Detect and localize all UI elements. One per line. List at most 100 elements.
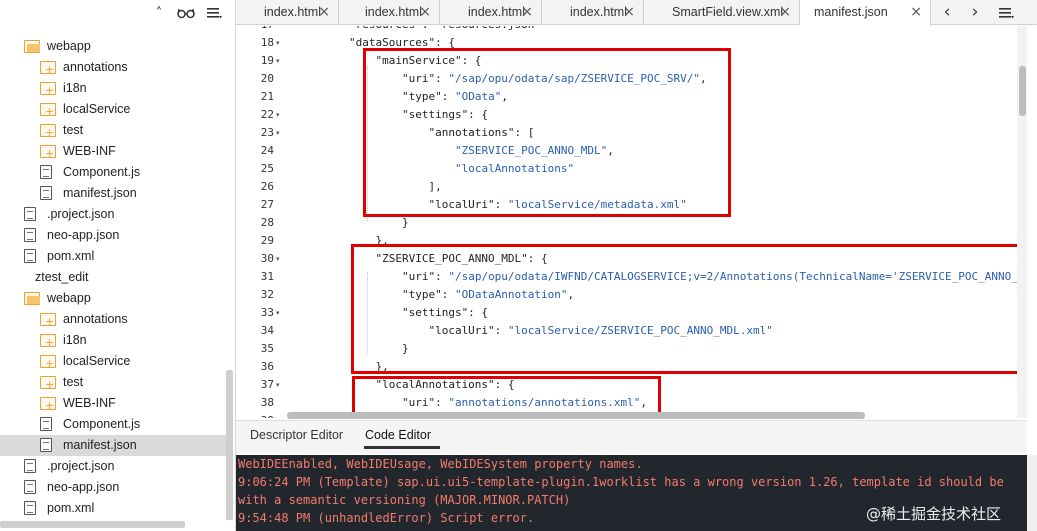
folder-icon: [40, 59, 56, 80]
tab-index-html-4[interactable]: index.html ×: [542, 0, 644, 25]
tree-item-label: pom.xml: [47, 501, 95, 515]
tree-item[interactable]: WEB-INF: [0, 393, 226, 416]
tab-index-html-2[interactable]: index.html ×: [339, 0, 440, 25]
tree-item[interactable]: i18n: [0, 78, 226, 101]
tab-descriptor-editor[interactable]: Descriptor Editor: [250, 428, 343, 442]
tab-index-html-3[interactable]: index.html ×: [440, 0, 542, 25]
line-number: 28: [260, 216, 274, 229]
sidebar-horizontal-scrollbar[interactable]: [0, 521, 185, 528]
tab-label: manifest.json: [814, 5, 888, 19]
console-line: 9:54:48 PM (unhandledError) Script error…: [238, 511, 535, 525]
console-scrollbar[interactable]: [1027, 455, 1037, 531]
line-number: 26: [260, 180, 274, 193]
fold-toggle-icon[interactable]: ▾: [276, 376, 284, 394]
tree-item[interactable]: localService: [0, 351, 226, 374]
folder-icon: [24, 292, 40, 305]
tree-item[interactable]: annotations: [0, 57, 226, 80]
tree-item[interactable]: i18n: [0, 330, 226, 353]
tree-item[interactable]: .project.json: [0, 204, 226, 225]
close-icon[interactable]: ×: [779, 0, 791, 25]
tree-item[interactable]: WEB-INF: [0, 141, 226, 164]
close-icon[interactable]: ×: [623, 0, 635, 25]
close-icon[interactable]: ×: [910, 0, 922, 25]
tree-item[interactable]: neo-app.json: [0, 225, 226, 246]
tree-item[interactable]: localService: [0, 99, 226, 122]
tree-item-label: annotations: [63, 60, 128, 74]
sidebar-vertical-scrollbar[interactable]: [226, 370, 233, 520]
tree-item-label: Component.js: [63, 165, 141, 179]
folder-icon: [40, 80, 56, 101]
editor-horizontal-scrollbar[interactable]: [287, 412, 865, 419]
tree-item-label: manifest.json: [63, 438, 137, 452]
tree-item-label: WEB-INF: [63, 144, 116, 158]
line-number: 29: [260, 234, 274, 247]
code-editor[interactable]: 1718▾19▾202122▾23▾24252627282930▾313233▾…: [236, 26, 1027, 418]
tree-item[interactable]: Component.js: [0, 162, 226, 183]
folder-icon: [24, 40, 40, 53]
tree-item[interactable]: webapp: [0, 288, 226, 309]
tree-item-label: .project.json: [47, 207, 115, 221]
chevron-right-icon[interactable]: ›: [965, 0, 985, 25]
tab-smartfield-view-xml[interactable]: SmartField.view.xml ×: [644, 0, 800, 25]
highlight-box-anno-mdl: [351, 244, 1027, 374]
tree-item[interactable]: Component.js: [0, 414, 226, 435]
tab-manifest-json[interactable]: manifest.json ×: [800, 0, 931, 26]
menu-icon[interactable]: [205, 6, 223, 22]
folder-icon: [40, 332, 56, 353]
code-line: "resources": "resources.json": [296, 26, 541, 34]
tab-code-editor[interactable]: Code Editor: [365, 428, 431, 442]
tree-item[interactable]: manifest.json: [0, 183, 226, 204]
tree-item[interactable]: manifest.json: [0, 435, 226, 456]
folder-icon: [40, 374, 56, 395]
glasses-icon[interactable]: [177, 6, 195, 22]
tab-label: SmartField.view.xml: [672, 5, 784, 19]
file-icon: [40, 186, 52, 200]
tree-item-label: neo-app.json: [47, 480, 120, 494]
project-folder-icon: [12, 271, 28, 284]
file-icon: [40, 165, 52, 179]
line-number: 38: [260, 396, 274, 409]
active-tab-indicator: [364, 446, 440, 449]
file-icon: [24, 228, 36, 242]
line-number: 25: [260, 162, 274, 175]
tree-item[interactable]: .project.json: [0, 456, 226, 477]
line-number: 32: [260, 288, 274, 301]
tab-menu-icon[interactable]: [996, 0, 1016, 25]
line-number: 37: [260, 378, 274, 391]
close-icon[interactable]: ×: [318, 0, 330, 25]
tab-index-html-1[interactable]: index.html ×: [236, 0, 339, 25]
close-icon[interactable]: ×: [419, 0, 431, 25]
chevron-left-icon[interactable]: ‹: [937, 0, 957, 25]
editor-vertical-scrollbar[interactable]: [1019, 66, 1026, 116]
fold-toggle-icon[interactable]: ▾: [276, 304, 284, 322]
line-number-gutter: 1718▾19▾202122▾23▾24252627282930▾313233▾…: [236, 26, 288, 418]
folder-icon: [40, 353, 56, 374]
chevron-up-icon[interactable]: ˄: [150, 6, 168, 22]
fold-toggle-icon[interactable]: ▾: [276, 52, 284, 70]
close-icon[interactable]: ×: [521, 0, 533, 25]
tree-item-label: annotations: [63, 312, 128, 326]
line-number: 23: [260, 126, 274, 139]
tree-item[interactable]: pom.xml: [0, 498, 226, 519]
tree-item[interactable]: test: [0, 120, 226, 143]
tree-item[interactable]: neo-app.json: [0, 477, 226, 498]
line-number: 19: [260, 54, 274, 67]
tab-label: index.html: [570, 5, 627, 19]
console-line: 9:06:24 PM (Template) sap.ui.ui5-templat…: [238, 475, 1004, 489]
fold-toggle-icon[interactable]: ▾: [276, 34, 284, 52]
fold-toggle-icon[interactable]: ▾: [276, 250, 284, 268]
file-icon: [24, 480, 36, 494]
file-tree-panel: ˄ webapp annotations i18n localService test W…: [0, 0, 236, 531]
tree-item[interactable]: test: [0, 372, 226, 395]
tree-item[interactable]: webapp: [0, 36, 226, 57]
fold-toggle-icon[interactable]: ▾: [276, 124, 284, 142]
tree-item-label: webapp: [47, 39, 91, 53]
tree-item[interactable]: pom.xml: [0, 246, 226, 267]
tree-item[interactable]: annotations: [0, 309, 226, 332]
line-number: 33: [260, 306, 274, 319]
tab-label: index.html: [365, 5, 422, 19]
fold-toggle-icon[interactable]: ▾: [276, 106, 284, 124]
tree-item-label: WEB-INF: [63, 396, 116, 410]
tree-item[interactable]: ztest_edit: [0, 267, 226, 288]
file-icon: [24, 207, 36, 221]
